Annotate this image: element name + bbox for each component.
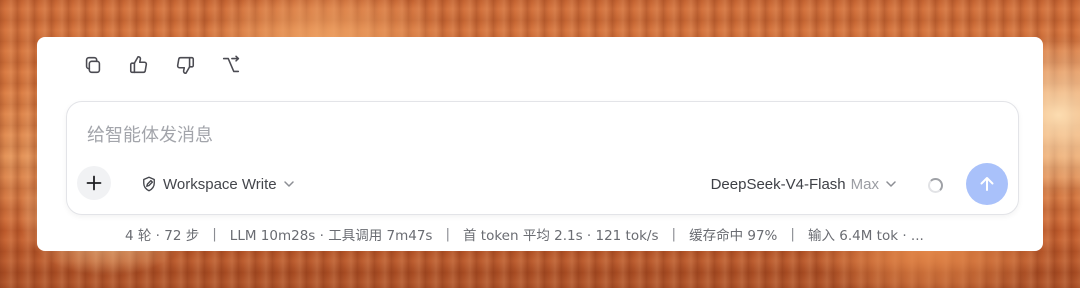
stat-input: 输入 6.4M tok · ...	[807, 228, 924, 244]
plus-icon	[86, 175, 102, 191]
thumbs-down-icon	[176, 56, 195, 75]
message-actions	[81, 53, 243, 77]
session-stats: 4 轮 · 72 步 | LLM 10m28s · 工具调用 7m47s | 首…	[125, 224, 924, 244]
chat-panel: Workspace Write DeepSeek-V4-Flash Max 4 …	[37, 37, 1043, 251]
message-input[interactable]	[87, 122, 967, 148]
stat-separator: |	[790, 226, 795, 242]
chevron-down-icon	[886, 181, 896, 187]
thumbs-up-icon	[129, 55, 148, 74]
permission-mode-label: Workspace Write	[163, 175, 277, 193]
message-composer: Workspace Write DeepSeek-V4-Flash Max	[66, 101, 1019, 215]
copy-button[interactable]	[81, 53, 105, 77]
like-button[interactable]	[127, 53, 151, 77]
arrow-up-icon	[980, 177, 994, 191]
copy-icon	[85, 56, 101, 74]
model-name: DeepSeek-V4-Flash	[710, 175, 846, 193]
stat-separator: |	[212, 226, 217, 242]
stat-separator: |	[671, 226, 677, 242]
dislike-button[interactable]	[173, 53, 197, 77]
stat-rounds: 4 轮 · 72 步	[125, 228, 200, 244]
send-button[interactable]	[966, 163, 1008, 205]
model-select[interactable]: DeepSeek-V4-Flash Max	[711, 173, 898, 195]
loading-spinner-icon	[928, 178, 943, 193]
branch-button[interactable]	[219, 53, 243, 77]
shield-edit-icon	[143, 176, 155, 192]
add-attachment-button[interactable]	[77, 166, 111, 200]
stat-separator: |	[445, 226, 450, 242]
stat-first-token: 首 token 平均 2.1s · 121 tok/s	[463, 228, 659, 244]
branch-icon	[222, 55, 240, 73]
model-variant: Max	[850, 175, 879, 193]
stat-timing: LLM 10m28s · 工具调用 7m47s	[229, 228, 433, 244]
stat-cache: 缓存命中 97%	[689, 228, 778, 244]
permission-mode-select[interactable]: Workspace Write	[140, 173, 296, 195]
chevron-down-icon	[283, 181, 294, 187]
